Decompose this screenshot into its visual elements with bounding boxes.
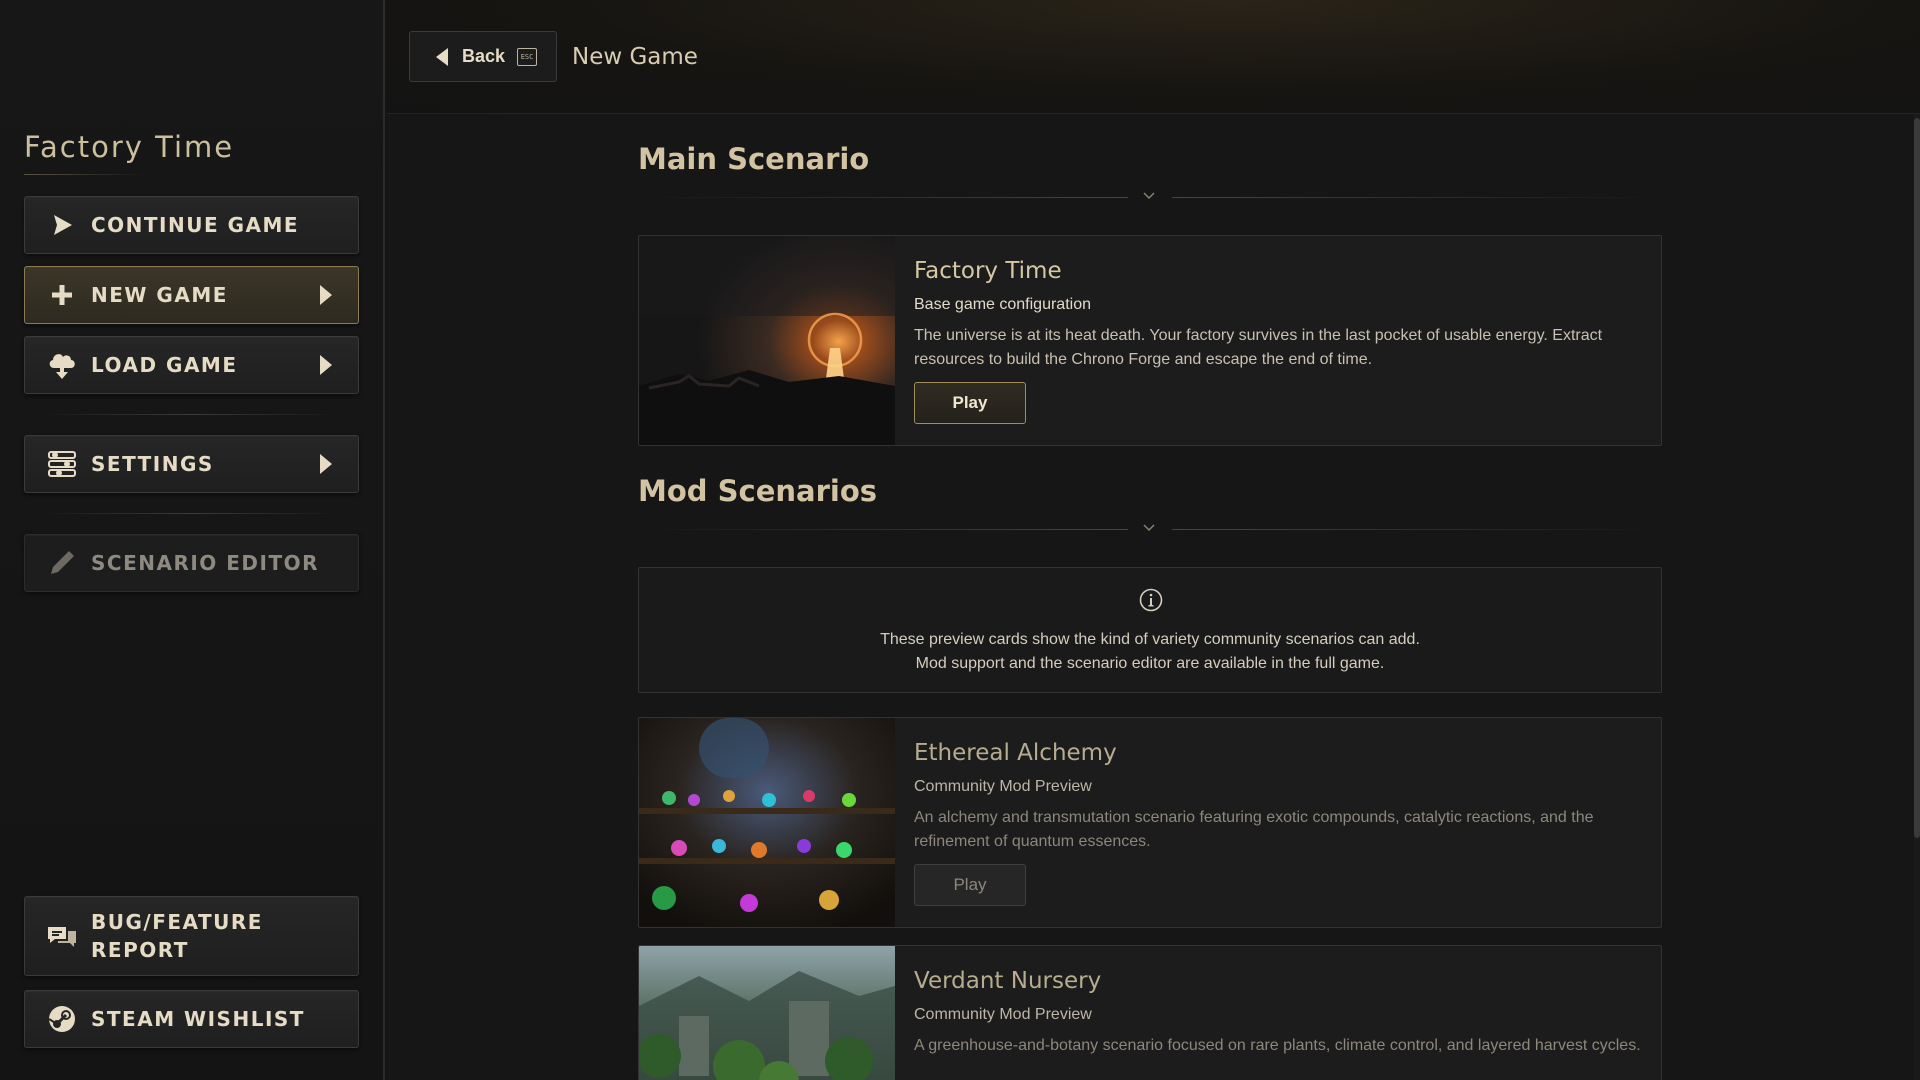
scenario-editor-button[interactable]: SCENARIO EDITOR [24, 534, 359, 592]
steam-icon [45, 1002, 79, 1036]
back-button[interactable]: Back ESC [409, 31, 557, 82]
info-icon [1139, 588, 1163, 617]
cloud-download-icon [45, 348, 79, 382]
scenario-description: A greenhouse-and-botany scenario focused… [914, 1037, 1641, 1054]
scrollbar-thumb[interactable] [1914, 118, 1920, 838]
chevron-right-icon [320, 285, 332, 305]
title-underline [24, 174, 144, 175]
page-title: New Game [572, 44, 698, 70]
play-button[interactable]: Play [914, 864, 1026, 906]
play-button[interactable]: Play [914, 382, 1026, 424]
arrow-left-icon [436, 47, 448, 66]
scenario-thumbnail [639, 946, 895, 1080]
steam-wishlist-label: STEAM WISHLIST [91, 1007, 305, 1031]
scenario-card-factory-time: Factory Time Base game configuration The… [638, 235, 1662, 446]
chevron-down-icon [1143, 190, 1155, 202]
back-label: Back [462, 46, 506, 66]
bug-feature-report-label: BUG/FEATURE REPORT [91, 910, 263, 962]
scenario-card-body: Factory Time Base game configuration The… [914, 258, 1641, 424]
bug-feature-report-button[interactable]: BUG/FEATURE REPORT [24, 896, 359, 976]
scenario-description: The universe is at its heat death. Your … [914, 327, 1603, 368]
load-game-label: LOAD GAME [91, 353, 238, 377]
scenario-card-body: Verdant Nursery Community Mod Preview A … [914, 968, 1641, 1058]
section-divider [638, 520, 1662, 540]
app-title: Factory Time [24, 130, 235, 164]
main-scenario-heading: Main Scenario [638, 142, 870, 176]
continue-game-label: CONTINUE GAME [91, 213, 300, 237]
scenario-subtitle: Community Mod Preview [914, 1006, 1092, 1023]
menu-separator [40, 513, 340, 514]
scenario-card-verdant-nursery: Verdant Nursery Community Mod Preview A … [638, 945, 1662, 1080]
scenario-subtitle: Base game configuration [914, 296, 1091, 313]
scenario-title: Verdant Nursery [914, 968, 1102, 994]
scenario-card-body: Ethereal Alchemy Community Mod Preview A… [914, 740, 1641, 906]
settings-sliders-icon [45, 447, 79, 481]
top-bar: Back ESC New Game [387, 0, 1920, 114]
chat-bubbles-icon [45, 919, 79, 953]
mod-info-text: These preview cards show the kind of var… [639, 628, 1661, 676]
mod-info-box: These preview cards show the kind of var… [638, 567, 1662, 693]
menu-separator [40, 414, 340, 415]
chevron-down-icon [1143, 522, 1155, 534]
play-icon [45, 208, 79, 242]
scenario-title: Ethereal Alchemy [914, 740, 1117, 766]
chevron-right-icon [320, 454, 332, 474]
settings-label: SETTINGS [91, 452, 214, 476]
info-line: Mod support and the scenario editor are … [915, 655, 1385, 672]
scenario-title: Factory Time [914, 258, 1062, 284]
scenario-editor-label: SCENARIO EDITOR [91, 551, 320, 575]
settings-button[interactable]: SETTINGS [24, 435, 359, 493]
scenario-description: An alchemy and transmutation scenario fe… [914, 809, 1594, 850]
new-game-label: NEW GAME [91, 283, 228, 307]
load-game-button[interactable]: LOAD GAME [24, 336, 359, 394]
steam-wishlist-button[interactable]: STEAM WISHLIST [24, 990, 359, 1048]
info-line: These preview cards show the kind of var… [880, 631, 1420, 648]
scenario-card-ethereal-alchemy: Ethereal Alchemy Community Mod Preview A… [638, 717, 1662, 928]
mod-scenarios-heading: Mod Scenarios [638, 474, 878, 508]
scenario-subtitle: Community Mod Preview [914, 778, 1092, 795]
new-game-button[interactable]: NEW GAME [24, 266, 359, 324]
plus-icon [45, 278, 79, 312]
sidebar: Factory Time CONTINUE GAME NEW GAME LOAD… [0, 0, 385, 1080]
scenario-thumbnail [639, 236, 895, 445]
continue-game-button[interactable]: CONTINUE GAME [24, 196, 359, 254]
section-divider [638, 188, 1662, 208]
esc-key-icon: ESC [517, 47, 538, 66]
chevron-right-icon [320, 355, 332, 375]
scenario-thumbnail [639, 718, 895, 927]
pencil-icon [45, 546, 79, 580]
